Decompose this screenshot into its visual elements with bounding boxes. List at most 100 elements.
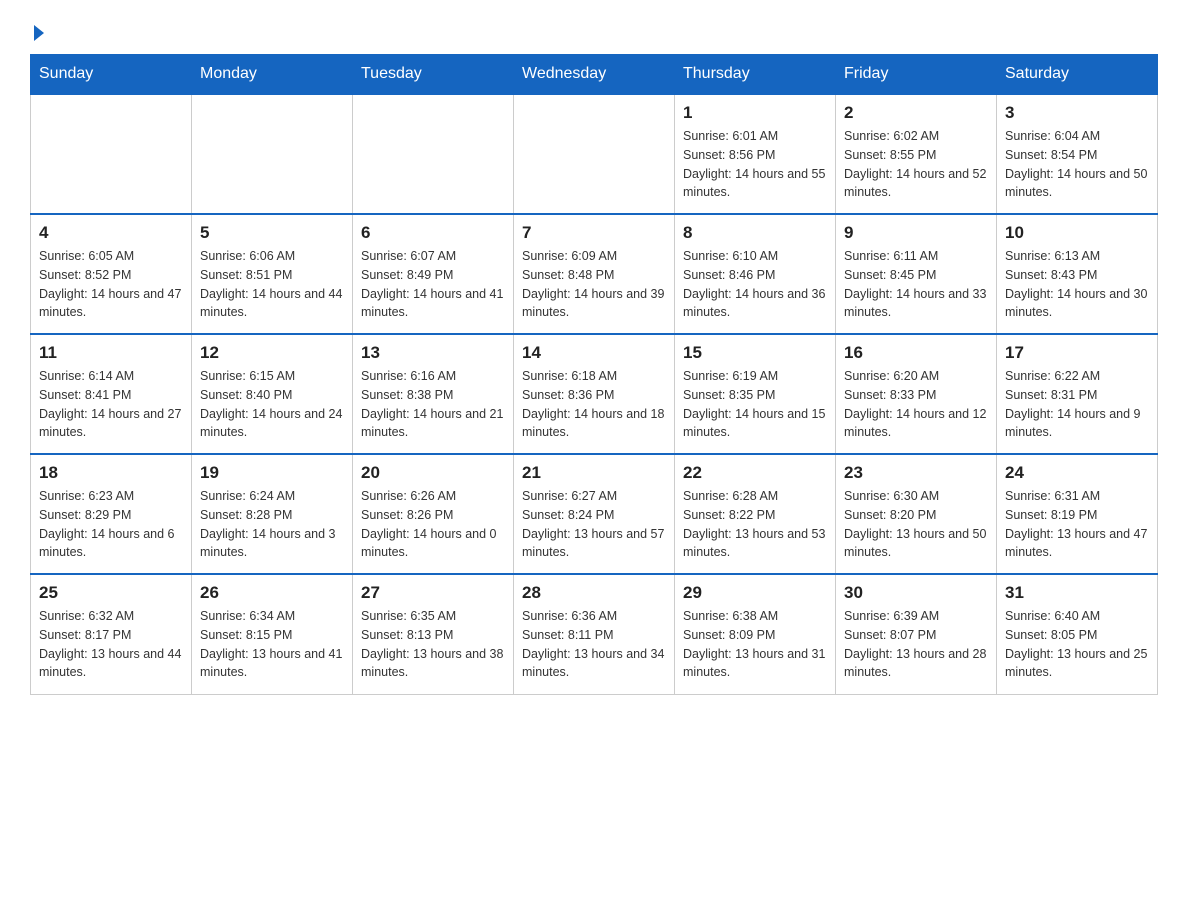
calendar-cell: 17 Sunrise: 6:22 AMSunset: 8:31 PMDayligh… bbox=[997, 334, 1158, 454]
calendar-cell bbox=[353, 94, 514, 214]
day-info: Sunrise: 6:02 AMSunset: 8:55 PMDaylight:… bbox=[844, 127, 988, 202]
calendar-cell: 8Sunrise: 6:10 AMSunset: 8:46 PMDaylight… bbox=[675, 214, 836, 334]
day-info: Sunrise: 6:04 AMSunset: 8:54 PMDaylight:… bbox=[1005, 127, 1149, 202]
day-info: Sunrise: 6:13 AMSunset: 8:43 PMDaylight:… bbox=[1005, 247, 1149, 322]
calendar-cell bbox=[192, 94, 353, 214]
calendar-week-row: 4 Sunrise: 6:05 AMSunset: 8:52 PMDaylight… bbox=[31, 214, 1158, 334]
calendar-cell: 4 Sunrise: 6:05 AMSunset: 8:52 PMDaylight… bbox=[31, 214, 192, 334]
page-header bbox=[30, 20, 1158, 44]
day-of-week-header: Saturday bbox=[997, 55, 1158, 95]
day-info: Sunrise: 6:26 AMSunset: 8:26 PMDaylight:… bbox=[361, 487, 505, 562]
day-number: 30 bbox=[844, 583, 988, 603]
day-number: 6 bbox=[361, 223, 505, 243]
day-number: 21 bbox=[522, 463, 666, 483]
calendar-cell: 1 Sunrise: 6:01 AMSunset: 8:56 PMDaylight… bbox=[675, 94, 836, 214]
day-of-week-header: Thursday bbox=[675, 55, 836, 95]
day-info: Sunrise: 6:16 AMSunset: 8:38 PMDaylight:… bbox=[361, 367, 505, 442]
calendar-cell bbox=[31, 94, 192, 214]
day-number: 2 bbox=[844, 103, 988, 123]
calendar-cell: 16 Sunrise: 6:20 AMSunset: 8:33 PMDayligh… bbox=[836, 334, 997, 454]
calendar-cell: 23Sunrise: 6:30 AMSunset: 8:20 PMDayligh… bbox=[836, 454, 997, 574]
calendar-cell: 18Sunrise: 6:23 AMSunset: 8:29 PMDayligh… bbox=[31, 454, 192, 574]
day-info: Sunrise: 6:15 AMSunset: 8:40 PMDaylight:… bbox=[200, 367, 344, 442]
day-of-week-header: Monday bbox=[192, 55, 353, 95]
calendar-week-row: 1 Sunrise: 6:01 AMSunset: 8:56 PMDaylight… bbox=[31, 94, 1158, 214]
day-info: Sunrise: 6:31 AMSunset: 8:19 PMDaylight:… bbox=[1005, 487, 1149, 562]
calendar-cell bbox=[514, 94, 675, 214]
day-info: Sunrise: 6:24 AMSunset: 8:28 PMDaylight:… bbox=[200, 487, 344, 562]
day-of-week-header: Wednesday bbox=[514, 55, 675, 95]
calendar-week-row: 18Sunrise: 6:23 AMSunset: 8:29 PMDayligh… bbox=[31, 454, 1158, 574]
day-info: Sunrise: 6:07 AMSunset: 8:49 PMDaylight:… bbox=[361, 247, 505, 322]
calendar-cell: 14 Sunrise: 6:18 AMSunset: 8:36 PMDayligh… bbox=[514, 334, 675, 454]
calendar-cell: 24 Sunrise: 6:31 AMSunset: 8:19 PMDayligh… bbox=[997, 454, 1158, 574]
day-number: 10 bbox=[1005, 223, 1149, 243]
calendar-cell: 13 Sunrise: 6:16 AMSunset: 8:38 PMDayligh… bbox=[353, 334, 514, 454]
day-number: 13 bbox=[361, 343, 505, 363]
calendar-cell: 20Sunrise: 6:26 AMSunset: 8:26 PMDayligh… bbox=[353, 454, 514, 574]
calendar-cell: 2 Sunrise: 6:02 AMSunset: 8:55 PMDaylight… bbox=[836, 94, 997, 214]
day-number: 26 bbox=[200, 583, 344, 603]
calendar-cell: 7Sunrise: 6:09 AMSunset: 8:48 PMDaylight… bbox=[514, 214, 675, 334]
calendar-cell: 26 Sunrise: 6:34 AMSunset: 8:15 PMDayligh… bbox=[192, 574, 353, 694]
day-info: Sunrise: 6:34 AMSunset: 8:15 PMDaylight:… bbox=[200, 607, 344, 682]
day-number: 5 bbox=[200, 223, 344, 243]
calendar-week-row: 11Sunrise: 6:14 AMSunset: 8:41 PMDayligh… bbox=[31, 334, 1158, 454]
calendar-cell: 12 Sunrise: 6:15 AMSunset: 8:40 PMDayligh… bbox=[192, 334, 353, 454]
day-info: Sunrise: 6:40 AMSunset: 8:05 PMDaylight:… bbox=[1005, 607, 1149, 682]
calendar-week-row: 25Sunrise: 6:32 AMSunset: 8:17 PMDayligh… bbox=[31, 574, 1158, 694]
day-info: Sunrise: 6:20 AMSunset: 8:33 PMDaylight:… bbox=[844, 367, 988, 442]
calendar-cell: 9 Sunrise: 6:11 AMSunset: 8:45 PMDaylight… bbox=[836, 214, 997, 334]
day-number: 17 bbox=[1005, 343, 1149, 363]
day-info: Sunrise: 6:39 AMSunset: 8:07 PMDaylight:… bbox=[844, 607, 988, 682]
day-info: Sunrise: 6:14 AMSunset: 8:41 PMDaylight:… bbox=[39, 367, 183, 442]
day-number: 14 bbox=[522, 343, 666, 363]
day-number: 4 bbox=[39, 223, 183, 243]
calendar-cell: 5 Sunrise: 6:06 AMSunset: 8:51 PMDaylight… bbox=[192, 214, 353, 334]
day-info: Sunrise: 6:09 AMSunset: 8:48 PMDaylight:… bbox=[522, 247, 666, 322]
day-of-week-header: Tuesday bbox=[353, 55, 514, 95]
day-info: Sunrise: 6:11 AMSunset: 8:45 PMDaylight:… bbox=[844, 247, 988, 322]
day-number: 12 bbox=[200, 343, 344, 363]
day-number: 29 bbox=[683, 583, 827, 603]
day-info: Sunrise: 6:22 AMSunset: 8:31 PMDaylight:… bbox=[1005, 367, 1149, 442]
day-info: Sunrise: 6:28 AMSunset: 8:22 PMDaylight:… bbox=[683, 487, 827, 562]
day-number: 16 bbox=[844, 343, 988, 363]
calendar-table: SundayMondayTuesdayWednesdayThursdayFrid… bbox=[30, 54, 1158, 695]
day-info: Sunrise: 6:23 AMSunset: 8:29 PMDaylight:… bbox=[39, 487, 183, 562]
calendar-cell: 28 Sunrise: 6:36 AMSunset: 8:11 PMDayligh… bbox=[514, 574, 675, 694]
calendar-cell: 19 Sunrise: 6:24 AMSunset: 8:28 PMDayligh… bbox=[192, 454, 353, 574]
day-info: Sunrise: 6:01 AMSunset: 8:56 PMDaylight:… bbox=[683, 127, 827, 202]
calendar-cell: 15 Sunrise: 6:19 AMSunset: 8:35 PMDayligh… bbox=[675, 334, 836, 454]
calendar-cell: 25Sunrise: 6:32 AMSunset: 8:17 PMDayligh… bbox=[31, 574, 192, 694]
logo-arrow-icon bbox=[34, 25, 44, 41]
day-number: 27 bbox=[361, 583, 505, 603]
calendar-cell: 27 Sunrise: 6:35 AMSunset: 8:13 PMDayligh… bbox=[353, 574, 514, 694]
calendar-cell: 29Sunrise: 6:38 AMSunset: 8:09 PMDayligh… bbox=[675, 574, 836, 694]
day-number: 1 bbox=[683, 103, 827, 123]
day-info: Sunrise: 6:06 AMSunset: 8:51 PMDaylight:… bbox=[200, 247, 344, 322]
calendar-cell: 6 Sunrise: 6:07 AMSunset: 8:49 PMDaylight… bbox=[353, 214, 514, 334]
day-number: 15 bbox=[683, 343, 827, 363]
day-info: Sunrise: 6:32 AMSunset: 8:17 PMDaylight:… bbox=[39, 607, 183, 682]
day-info: Sunrise: 6:35 AMSunset: 8:13 PMDaylight:… bbox=[361, 607, 505, 682]
day-info: Sunrise: 6:27 AMSunset: 8:24 PMDaylight:… bbox=[522, 487, 666, 562]
day-number: 28 bbox=[522, 583, 666, 603]
day-info: Sunrise: 6:30 AMSunset: 8:20 PMDaylight:… bbox=[844, 487, 988, 562]
day-number: 24 bbox=[1005, 463, 1149, 483]
day-of-week-header: Sunday bbox=[31, 55, 192, 95]
day-info: Sunrise: 6:19 AMSunset: 8:35 PMDaylight:… bbox=[683, 367, 827, 442]
calendar-cell: 11Sunrise: 6:14 AMSunset: 8:41 PMDayligh… bbox=[31, 334, 192, 454]
calendar-cell: 10 Sunrise: 6:13 AMSunset: 8:43 PMDayligh… bbox=[997, 214, 1158, 334]
day-number: 9 bbox=[844, 223, 988, 243]
day-info: Sunrise: 6:05 AMSunset: 8:52 PMDaylight:… bbox=[39, 247, 183, 322]
day-number: 8 bbox=[683, 223, 827, 243]
day-number: 19 bbox=[200, 463, 344, 483]
day-of-week-header: Friday bbox=[836, 55, 997, 95]
day-number: 31 bbox=[1005, 583, 1149, 603]
day-info: Sunrise: 6:18 AMSunset: 8:36 PMDaylight:… bbox=[522, 367, 666, 442]
day-info: Sunrise: 6:36 AMSunset: 8:11 PMDaylight:… bbox=[522, 607, 666, 682]
day-number: 3 bbox=[1005, 103, 1149, 123]
calendar-header-row: SundayMondayTuesdayWednesdayThursdayFrid… bbox=[31, 55, 1158, 95]
day-number: 22 bbox=[683, 463, 827, 483]
